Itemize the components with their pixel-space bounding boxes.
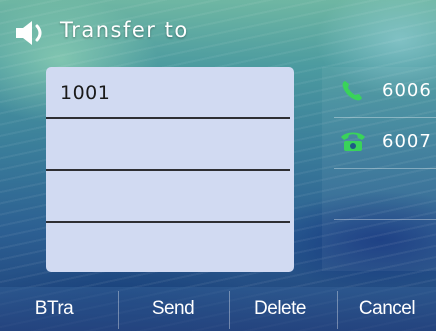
- phone-screen: Transfer to 1001 6006 6007 BTra Send Del…: [0, 0, 436, 331]
- delete-softkey[interactable]: Delete: [226, 287, 334, 331]
- send-softkey[interactable]: Send: [119, 287, 227, 331]
- transfer-input-row-4[interactable]: [46, 223, 294, 272]
- handset-icon: [340, 79, 364, 103]
- speaker-icon: [14, 20, 48, 46]
- transfer-number-input[interactable]: 1001: [60, 82, 110, 104]
- btra-softkey[interactable]: BTra: [0, 287, 108, 331]
- transfer-input-row-1[interactable]: 1001: [46, 67, 294, 119]
- title-bar: Transfer to: [0, 0, 436, 60]
- line-item-6006[interactable]: 6006: [322, 67, 436, 118]
- transfer-input-row-3[interactable]: [46, 171, 294, 223]
- line-item-6007[interactable]: 6007: [322, 118, 436, 169]
- line-list: 6006 6007: [322, 67, 436, 272]
- transfer-number-panel: 1001: [46, 67, 294, 272]
- line-label: 6006: [382, 80, 432, 101]
- desk-phone-icon: [340, 130, 365, 154]
- line-item-empty[interactable]: [322, 220, 436, 271]
- line-label: 6007: [382, 131, 432, 152]
- softkey-bar: BTra Send Delete Cancel: [0, 287, 436, 331]
- cancel-softkey[interactable]: Cancel: [338, 287, 436, 331]
- page-title: Transfer to: [60, 18, 189, 42]
- line-item-empty[interactable]: [322, 169, 436, 220]
- transfer-input-row-2[interactable]: [46, 119, 294, 171]
